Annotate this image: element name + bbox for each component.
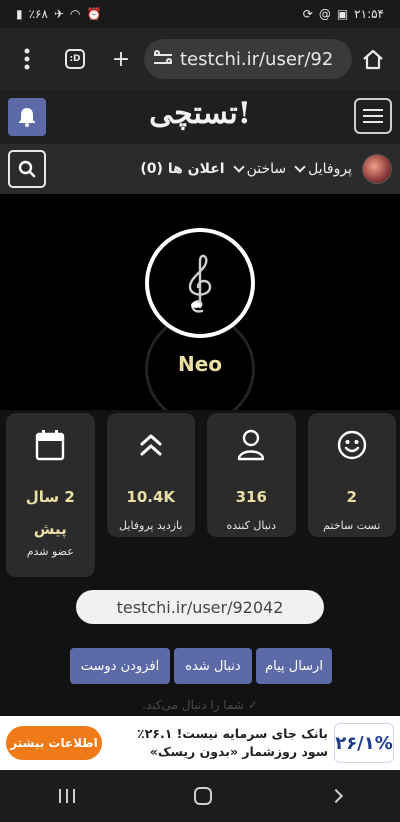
- url-bar[interactable]: testchi.ir/user/92: [144, 39, 352, 79]
- profile-actions: ارسال پیام دنبال شده افزودن دوست: [70, 648, 332, 684]
- notifications-bell-button[interactable]: [8, 98, 46, 136]
- profile-url-field[interactable]: testchi.ir/user/92042: [76, 590, 324, 624]
- send-message-button[interactable]: ارسال پیام: [256, 648, 332, 684]
- user-icon: [237, 427, 265, 463]
- recent-apps-icon[interactable]: [59, 789, 76, 803]
- wifi-icon: ◠: [70, 7, 81, 21]
- home-icon[interactable]: [356, 42, 390, 76]
- profile-username: Neo: [177, 352, 223, 376]
- stat-label: تست ساختم: [323, 519, 381, 532]
- search-icon: [18, 160, 36, 178]
- alarm-icon: ⏰: [86, 7, 102, 21]
- stat-card-member-since: 2 سال پیش عضو شدم: [6, 413, 95, 577]
- browser-menu-icon[interactable]: [10, 42, 44, 76]
- airplane-icon: ✈: [53, 7, 65, 21]
- system-nav-bar: [0, 770, 400, 822]
- user-avatar[interactable]: [362, 154, 392, 184]
- at-icon: @: [318, 7, 331, 21]
- chevron-down-icon: [294, 161, 306, 173]
- ad-line-1: بانک جای سرمایه نیست! ۲۶.۱٪: [137, 726, 328, 741]
- ad-text: بانک جای سرمایه نیست! ۲۶.۱٪ سود روزشمار …: [102, 725, 334, 761]
- followed-button[interactable]: دنبال شده: [174, 648, 252, 684]
- site-settings-icon[interactable]: [154, 50, 172, 67]
- battery-icon: ▮: [16, 7, 23, 21]
- nav-profile-label: پروفایل: [308, 161, 352, 177]
- nav-build-label: ساختن: [246, 161, 287, 177]
- hamburger-menu-button[interactable]: [354, 98, 392, 134]
- clock: ۲۱:۵۴: [354, 7, 384, 21]
- site-header: تستچی!: [0, 90, 400, 144]
- tab-switcher-button[interactable]: :D: [58, 42, 92, 76]
- url-text[interactable]: testchi.ir/user/92: [180, 49, 333, 70]
- status-bar: ▮ ٪۶۸ ✈ ◠ ⏰ ⟳ @ ▣ ۲۱:۵۴: [0, 0, 400, 28]
- stat-label: عضو شدم: [26, 545, 74, 558]
- calendar-icon: [35, 427, 65, 463]
- profile-stats: 2 تست ساختم 316 دنبال کننده 10.4K بازدید…: [6, 413, 396, 577]
- site-logo[interactable]: تستچی!: [130, 96, 270, 136]
- site-nav: پروفایل ساختن اعلان ها (0): [0, 144, 400, 194]
- notification-icon: ▣: [336, 7, 349, 21]
- nav-profile[interactable]: پروفایل: [294, 161, 352, 177]
- profile-avatar[interactable]: [145, 228, 255, 338]
- ad-cta-button[interactable]: اطلاعات بیشتر: [6, 726, 102, 760]
- smiley-icon: [337, 427, 367, 463]
- stat-label: دنبال کننده: [226, 519, 277, 532]
- follows-you-note: ✓ شما را دنبال می‌کند.: [142, 698, 258, 712]
- ad-line-2: سود روزشمار «بدون ریسک»: [149, 744, 328, 759]
- profile-hero: Neo: [0, 194, 400, 410]
- stat-value: 2: [346, 488, 357, 506]
- treble-clef-icon: [188, 254, 212, 313]
- tabs-count-icon: :D: [65, 49, 85, 69]
- nav-notifications-label: اعلان ها (0): [140, 161, 225, 177]
- nav-build[interactable]: ساختن: [232, 161, 287, 177]
- stat-card-tests: 2 تست ساختم: [307, 413, 396, 537]
- chevron-down-icon: [232, 161, 245, 173]
- home-button-icon[interactable]: [193, 787, 212, 805]
- status-left: ▮ ٪۶۸ ✈ ◠ ⏰: [16, 7, 101, 21]
- status-right: ⟳ @ ▣ ۲۱:۵۴: [303, 7, 384, 21]
- back-icon[interactable]: [328, 788, 343, 804]
- search-button[interactable]: [8, 150, 46, 188]
- stat-card-followers: 316 دنبال کننده: [207, 413, 296, 537]
- browser-toolbar: :D + testchi.ir/user/92: [0, 28, 400, 90]
- stat-card-views: 10.4K بازدید پروفایل: [106, 413, 195, 537]
- stat-label: بازدید پروفایل: [119, 519, 183, 532]
- add-friend-button[interactable]: افزودن دوست: [70, 648, 170, 684]
- ad-banner[interactable]: اطلاعات بیشتر بانک جای سرمایه نیست! ۲۶.۱…: [0, 716, 400, 770]
- page: ▮ ٪۶۸ ✈ ◠ ⏰ ⟳ @ ▣ ۲۱:۵۴ :D + testchi.ir/…: [0, 0, 400, 822]
- double-chevron-up-icon: [138, 427, 164, 463]
- stat-value: 10.4K: [126, 488, 176, 506]
- nav-items: پروفایل ساختن اعلان ها (0): [140, 144, 392, 194]
- sync-icon: ⟳: [302, 7, 313, 21]
- battery-level: ٪۶۸: [28, 7, 48, 21]
- nav-notifications[interactable]: اعلان ها (0): [140, 161, 224, 177]
- bell-icon: [19, 108, 35, 127]
- new-tab-plus-icon[interactable]: +: [104, 42, 138, 76]
- stat-value: 316: [235, 488, 267, 506]
- ad-badge: ۲۶/۱%: [334, 723, 394, 763]
- stat-value: 2 سال پیش: [25, 488, 75, 538]
